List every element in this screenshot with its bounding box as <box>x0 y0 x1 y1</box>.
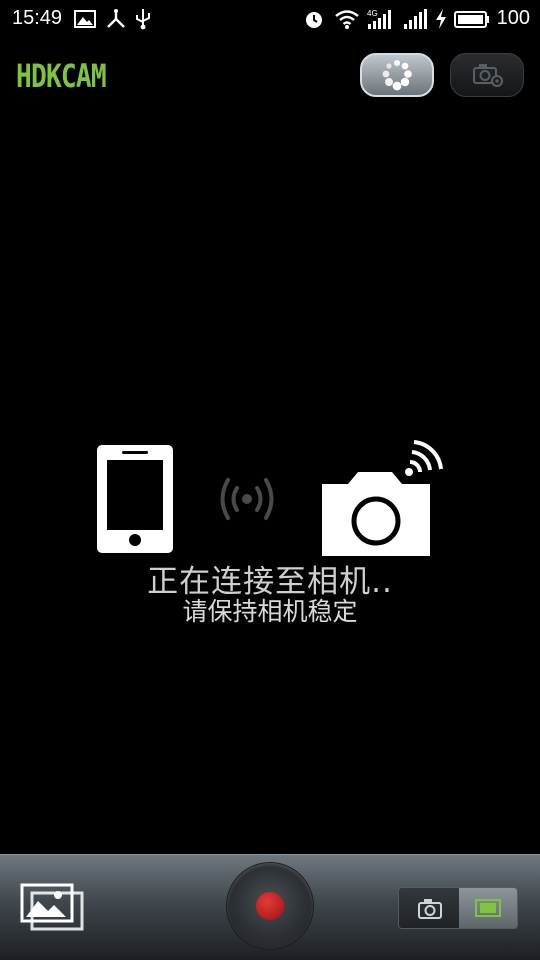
keep-camera-steady-hint: 请保持相机稳定 <box>182 597 358 626</box>
refresh-button[interactable] <box>360 53 434 97</box>
camera-wifi-icon <box>322 440 443 556</box>
video-mode-icon <box>475 899 501 917</box>
battery-level: 100 <box>496 7 530 29</box>
battery-icon <box>454 11 489 28</box>
loading-spinner-icon <box>382 60 412 91</box>
usb-debug-icon <box>107 9 125 28</box>
photo-mode-button[interactable] <box>399 888 459 928</box>
charging-icon <box>436 9 446 29</box>
svg-text:4G: 4G <box>367 9 378 18</box>
video-mode-button[interactable] <box>459 888 517 928</box>
app-title: HDKCAM <box>16 57 107 95</box>
wifi-icon <box>335 10 359 29</box>
cell-signal-icon <box>404 9 427 29</box>
gallery-icon[interactable] <box>20 883 84 931</box>
camera-icon <box>418 899 442 919</box>
gallery-notification-icon <box>74 10 96 28</box>
smartphone-icon <box>97 445 173 553</box>
camera-gear-icon <box>473 64 503 87</box>
capture-mode-switch <box>398 887 518 929</box>
mobile-data-4g-icon: 4G <box>367 9 391 29</box>
record-button[interactable] <box>227 863 313 949</box>
record-icon <box>256 892 284 920</box>
screen: 15:49 4G 100 HDKCAM 正在连接至相机.. 请保持相机稳定 <box>0 0 540 960</box>
camera-settings-button[interactable] <box>450 53 524 97</box>
bottom-toolbar <box>0 854 540 960</box>
alarm-icon <box>306 12 322 28</box>
status-time: 15:49 <box>12 7 63 29</box>
wireless-signal-icon <box>220 478 274 520</box>
status-bar: 15:49 4G 100 <box>0 0 540 38</box>
usb-icon <box>136 9 150 30</box>
